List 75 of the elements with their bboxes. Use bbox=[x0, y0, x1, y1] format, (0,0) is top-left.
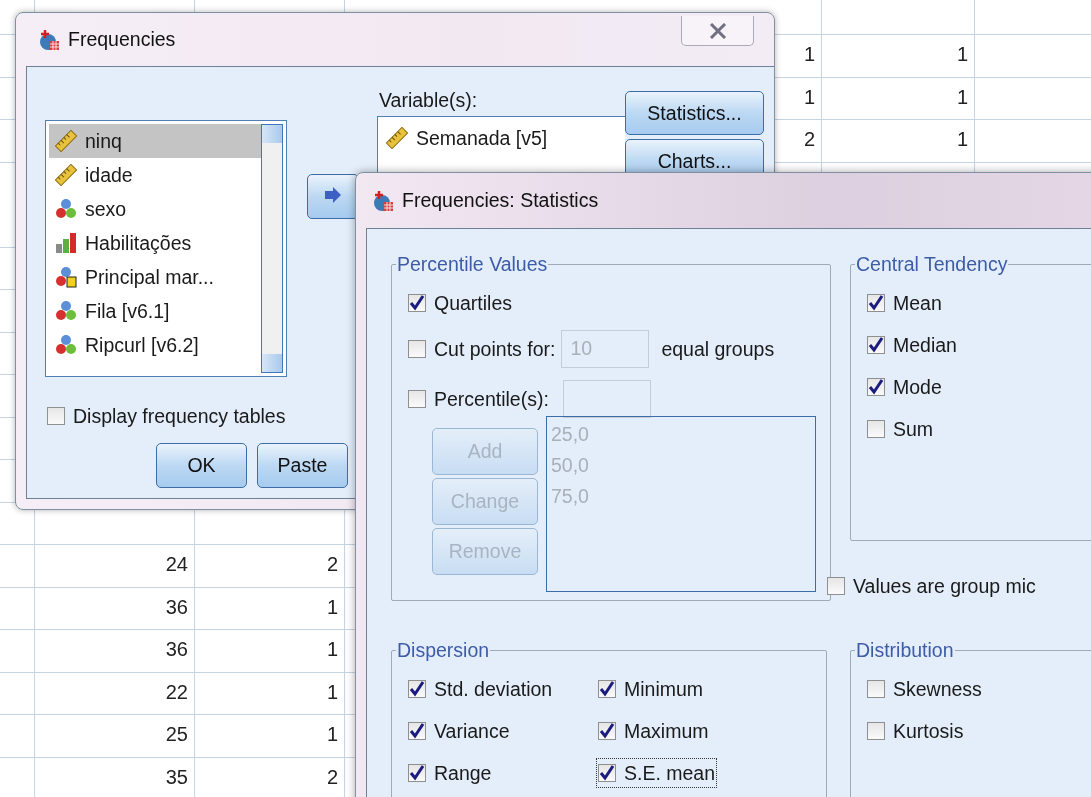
table-cell: 35 bbox=[165, 765, 188, 788]
checkmark-icon bbox=[868, 295, 884, 311]
checkbox[interactable]: Minimum bbox=[596, 674, 706, 704]
field-suffix: equal groups bbox=[661, 337, 775, 361]
list-item[interactable]: sexo bbox=[49, 192, 261, 226]
group-title: Distribution bbox=[855, 639, 955, 662]
list-item[interactable]: idade bbox=[49, 158, 261, 192]
arrow-right-icon bbox=[324, 187, 342, 203]
table-cell: 1 bbox=[326, 638, 338, 660]
checkbox[interactable]: Range bbox=[406, 758, 494, 788]
checkmark-icon bbox=[868, 337, 884, 353]
table-cell: 2 bbox=[803, 128, 815, 150]
window-title: Frequencies: Statistics bbox=[402, 189, 599, 212]
list-item[interactable]: Principal mar... bbox=[49, 260, 261, 294]
circles-icon bbox=[55, 266, 77, 288]
checkbox[interactable]: Median bbox=[865, 330, 959, 360]
table-cell: 36 bbox=[165, 595, 188, 618]
close-icon bbox=[708, 22, 727, 39]
field-label: Variable(s): bbox=[379, 89, 478, 112]
window-title: Frequencies bbox=[68, 28, 176, 51]
checkbox[interactable]: Display frequency tables bbox=[45, 401, 288, 431]
app-icon bbox=[372, 189, 394, 212]
checkmark-icon bbox=[599, 723, 615, 739]
checkbox[interactable]: Mean bbox=[865, 288, 944, 318]
table-cell: 22 bbox=[165, 680, 188, 703]
checkbox[interactable]: Sum bbox=[865, 414, 936, 444]
checkbox[interactable]: Maximum bbox=[596, 716, 711, 746]
close-button[interactable] bbox=[681, 16, 754, 46]
checkmark-icon bbox=[409, 295, 425, 311]
group-title: Percentile Values bbox=[396, 253, 549, 276]
dialog-button[interactable]: Paste bbox=[257, 443, 348, 488]
checkmark-icon bbox=[599, 681, 615, 697]
list-item[interactable]: Ripcurl [v6.2] bbox=[49, 328, 261, 362]
list-item[interactable]: Habilitações bbox=[49, 226, 261, 260]
table-cell: 24 bbox=[165, 553, 188, 575]
scrollbar[interactable] bbox=[261, 124, 283, 373]
dialog-button[interactable]: Statistics... bbox=[625, 91, 764, 135]
circles-icon bbox=[55, 300, 77, 322]
checkmark-icon bbox=[868, 379, 884, 395]
list-item[interactable]: Fila [v6.1] bbox=[49, 294, 261, 328]
table-cell: 1 bbox=[326, 723, 338, 745]
table-cell: 1 bbox=[956, 85, 968, 108]
table-cell: 36 bbox=[165, 638, 188, 660]
dialog-button[interactable]: OK bbox=[156, 443, 247, 488]
circles-icon bbox=[55, 334, 77, 356]
table-cell: 2 bbox=[326, 553, 338, 575]
checkbox[interactable]: Quartiles bbox=[406, 288, 515, 318]
checkmark-icon bbox=[409, 723, 425, 739]
checkbox[interactable]: Mode bbox=[865, 372, 944, 402]
app-icon bbox=[38, 28, 60, 51]
bar-chart-icon bbox=[55, 232, 77, 254]
circles-icon bbox=[55, 198, 77, 220]
checkbox[interactable]: Values are group mic bbox=[825, 571, 1038, 601]
table-cell: 1 bbox=[326, 595, 338, 618]
table-cell: 1 bbox=[956, 128, 968, 150]
list-item[interactable]: Semanada [v5] bbox=[386, 121, 625, 155]
checkbox[interactable]: Variance bbox=[406, 716, 512, 746]
checkbox[interactable]: Skewness bbox=[865, 674, 984, 704]
checkmark-icon bbox=[409, 681, 425, 697]
checkmark-icon bbox=[409, 765, 425, 781]
checkmark-icon bbox=[599, 765, 615, 781]
table-cell: 1 bbox=[326, 680, 338, 703]
move-button[interactable] bbox=[307, 174, 359, 219]
group-title: Central Tendency bbox=[855, 253, 1009, 276]
checkbox[interactable]: S.E. mean bbox=[596, 758, 718, 788]
checkbox[interactable]: Std. deviation bbox=[406, 674, 555, 704]
table-cell: 1 bbox=[956, 43, 968, 65]
checkbox[interactable]: Kurtosis bbox=[865, 716, 966, 746]
table-cell: 1 bbox=[803, 43, 815, 65]
group-title: Dispersion bbox=[396, 639, 491, 662]
table-cell: 25 bbox=[165, 723, 188, 745]
list-item[interactable]: ninq bbox=[49, 124, 261, 158]
table-cell: 2 bbox=[326, 765, 338, 788]
variable-list[interactable]: ninq idade sexo Habilitações Principal mar... Fila [v6.1] Ripcurl [v6.2] bbox=[45, 120, 287, 377]
table-cell: 1 bbox=[803, 85, 815, 108]
